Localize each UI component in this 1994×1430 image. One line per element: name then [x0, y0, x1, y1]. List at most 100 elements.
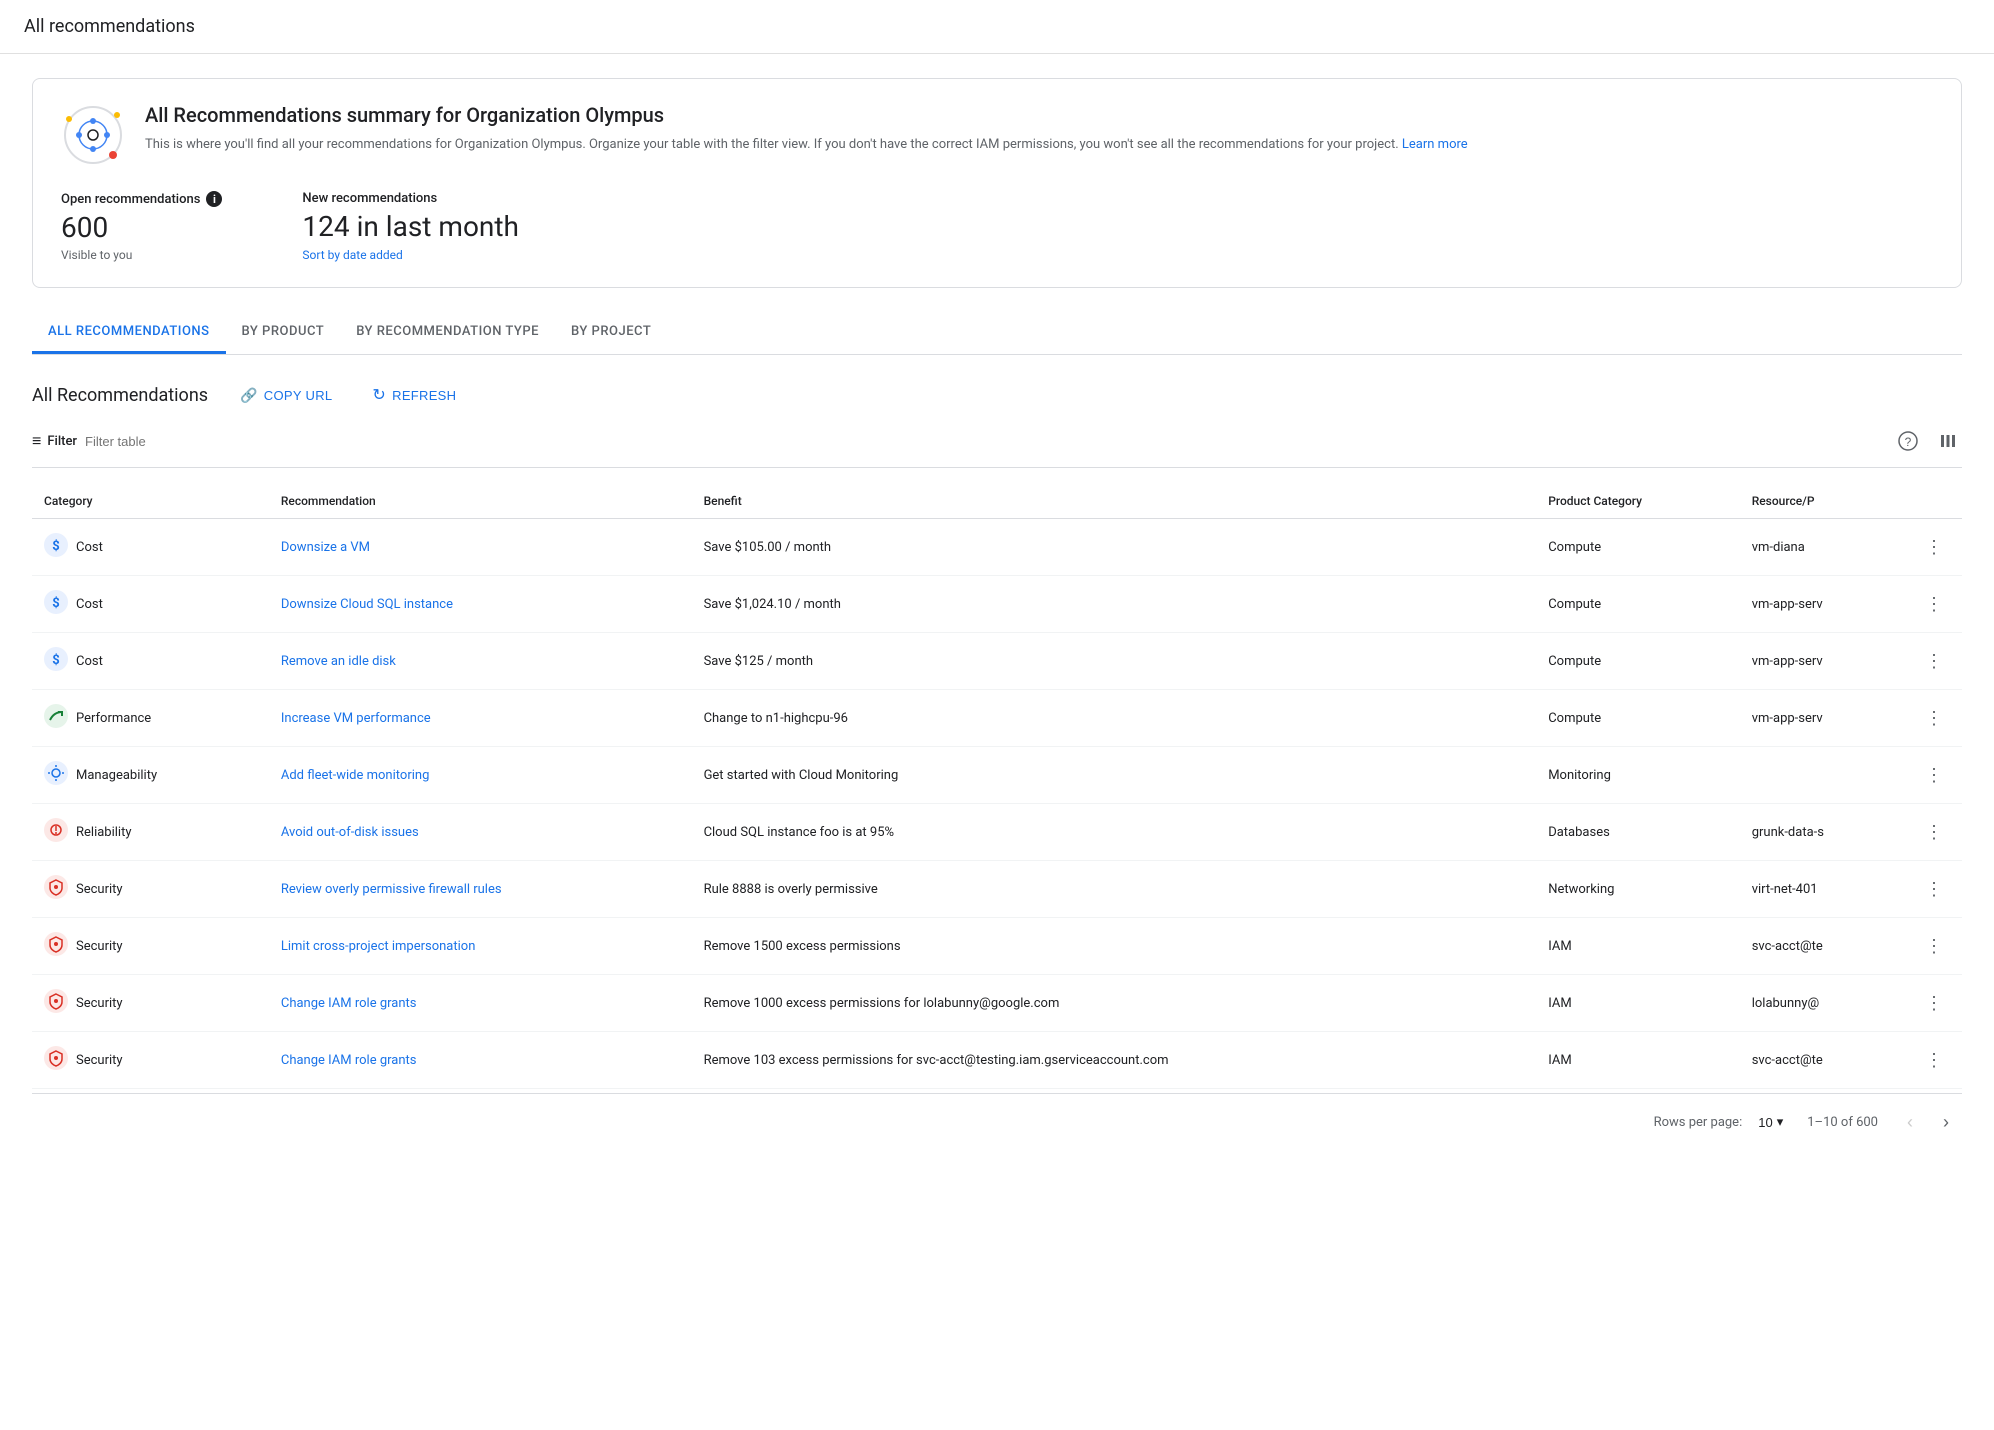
resource-cell: vm-app-serv — [1740, 633, 1906, 690]
table-row: PerformanceIncrease VM performanceChange… — [32, 690, 1962, 747]
category-icon — [44, 875, 68, 903]
category-icon: $ — [44, 647, 68, 675]
open-recommendations-stat: Open recommendations i 600 Visible to yo… — [61, 191, 222, 263]
tab-by-recommendation-type[interactable]: BY RECOMMENDATION TYPE — [340, 312, 555, 354]
col-recommendation: Recommendation — [269, 484, 692, 519]
product-category-cell: Compute — [1536, 690, 1740, 747]
refresh-icon: ↻ — [372, 385, 386, 405]
resource-cell: svc-acct@te — [1740, 1032, 1906, 1089]
filter-input[interactable] — [85, 434, 285, 449]
info-icon[interactable]: i — [206, 191, 222, 207]
svg-text:?: ? — [1905, 435, 1912, 449]
refresh-button[interactable]: ↻ REFRESH — [364, 379, 464, 411]
category-cell: Security — [32, 918, 269, 975]
pagination-bar: Rows per page: 10 ▾ 1–10 of 600 ‹ › — [32, 1093, 1962, 1150]
category-cell: $Cost — [32, 633, 269, 690]
resource-cell: lolabunny@ — [1740, 975, 1906, 1032]
tab-by-project[interactable]: BY PROJECT — [555, 312, 667, 354]
recommendation-link[interactable]: Add fleet-wide monitoring — [281, 768, 430, 783]
summary-title: All Recommendations summary for Organiza… — [145, 103, 1468, 127]
resource-cell — [1740, 747, 1906, 804]
recommendation-link[interactable]: Change IAM role grants — [281, 1053, 417, 1068]
summary-illustration — [61, 103, 125, 167]
row-more-button[interactable]: ⋮ — [1918, 1044, 1950, 1076]
filter-right: ? — [1894, 427, 1962, 455]
recommendation-link[interactable]: Remove an idle disk — [281, 654, 396, 669]
tab-all-recommendations[interactable]: ALL RECOMMENDATIONS — [32, 312, 226, 354]
table-row: Security Limit cross-project impersonatio… — [32, 918, 1962, 975]
table-row: SecurityReview overly permissive firewal… — [32, 861, 1962, 918]
product-category-cell: Compute — [1536, 576, 1740, 633]
table-row: ManageabilityAdd fleet-wide monitoringGe… — [32, 747, 1962, 804]
recommendation-cell: Review overly permissive firewall rules — [269, 861, 692, 918]
row-more-button[interactable]: ⋮ — [1918, 588, 1950, 620]
benefit-cell: Remove 1000 excess permissions for lolab… — [692, 975, 1537, 1032]
rows-per-page-select[interactable]: 10 ▾ — [1750, 1110, 1791, 1134]
product-category-cell: Databases — [1536, 804, 1740, 861]
recommendation-link[interactable]: Limit cross-project impersonation — [281, 939, 476, 954]
recommendation-cell: Limit cross-project impersonation — [269, 918, 692, 975]
recommendation-cell: Increase VM performance — [269, 690, 692, 747]
page-range: 1–10 of 600 — [1807, 1115, 1878, 1130]
recommendation-link[interactable]: Downsize Cloud SQL instance — [281, 597, 453, 612]
recommendation-cell: Add fleet-wide monitoring — [269, 747, 692, 804]
table-row: ReliabilityAvoid out-of-disk issuesCloud… — [32, 804, 1962, 861]
product-category-cell: Compute — [1536, 633, 1740, 690]
col-product-category: Product Category — [1536, 484, 1740, 519]
recommendation-link[interactable]: Avoid out-of-disk issues — [281, 825, 419, 840]
category-icon — [44, 761, 68, 789]
recommendation-link[interactable]: Downsize a VM — [281, 540, 370, 555]
copy-url-button[interactable]: 🔗 COPY URL — [232, 381, 340, 410]
dropdown-icon: ▾ — [1777, 1114, 1784, 1130]
row-more-button[interactable]: ⋮ — [1918, 759, 1950, 791]
row-more-button[interactable]: ⋮ — [1918, 531, 1950, 563]
row-more-button[interactable]: ⋮ — [1918, 702, 1950, 734]
recommendation-link[interactable]: Increase VM performance — [281, 711, 431, 726]
row-more-button[interactable]: ⋮ — [1918, 930, 1950, 962]
page-nav: ‹ › — [1894, 1106, 1962, 1138]
table-title: All Recommendations — [32, 385, 208, 406]
recommendation-link[interactable]: Review overly permissive firewall rules — [281, 882, 502, 897]
recommendation-cell: Change IAM role grants — [269, 1032, 692, 1089]
col-category: Category — [32, 484, 269, 519]
row-more-button[interactable]: ⋮ — [1918, 645, 1950, 677]
category-cell: Reliability — [32, 804, 269, 861]
next-page-button[interactable]: › — [1930, 1106, 1962, 1138]
product-category-cell: Compute — [1536, 519, 1740, 576]
benefit-cell: Rule 8888 is overly permissive — [692, 861, 1537, 918]
benefit-cell: Remove 103 excess permissions for svc-ac… — [692, 1032, 1537, 1089]
benefit-cell: Save $125 / month — [692, 633, 1537, 690]
row-more-button[interactable]: ⋮ — [1918, 816, 1950, 848]
product-category-cell: Monitoring — [1536, 747, 1740, 804]
help-icon[interactable]: ? — [1894, 427, 1922, 455]
filter-button[interactable]: ≡ Filter — [32, 431, 77, 451]
svg-text:$: $ — [52, 596, 59, 611]
prev-page-button[interactable]: ‹ — [1894, 1106, 1926, 1138]
columns-icon[interactable] — [1934, 427, 1962, 455]
category-icon — [44, 989, 68, 1017]
table-header-row: Category Recommendation Benefit Product … — [32, 484, 1962, 519]
recommendation-cell: Remove an idle disk — [269, 633, 692, 690]
recommendation-cell: Avoid out-of-disk issues — [269, 804, 692, 861]
resource-cell: vm-app-serv — [1740, 690, 1906, 747]
product-category-cell: Networking — [1536, 861, 1740, 918]
benefit-cell: Save $1,024.10 / month — [692, 576, 1537, 633]
recommendation-link[interactable]: Change IAM role grants — [281, 996, 417, 1011]
tab-by-product[interactable]: BY PRODUCT — [226, 312, 341, 354]
sort-by-date-link[interactable]: Sort by date added — [302, 248, 402, 262]
open-count: 600 — [61, 211, 222, 244]
row-more-button[interactable]: ⋮ — [1918, 873, 1950, 905]
svg-text:$: $ — [52, 539, 59, 554]
category-cell: Performance — [32, 690, 269, 747]
resource-cell: grunk-data-s — [1740, 804, 1906, 861]
category-icon — [44, 704, 68, 732]
row-more-button[interactable]: ⋮ — [1918, 987, 1950, 1019]
product-category-cell: IAM — [1536, 1032, 1740, 1089]
page-title: All recommendations — [24, 16, 195, 37]
resource-cell: vm-diana — [1740, 519, 1906, 576]
summary-description: This is where you'll find all your recom… — [145, 135, 1468, 155]
category-cell: Security — [32, 975, 269, 1032]
resource-cell: vm-app-serv — [1740, 576, 1906, 633]
category-cell: $Cost — [32, 576, 269, 633]
learn-more-link[interactable]: Learn more — [1402, 137, 1468, 152]
